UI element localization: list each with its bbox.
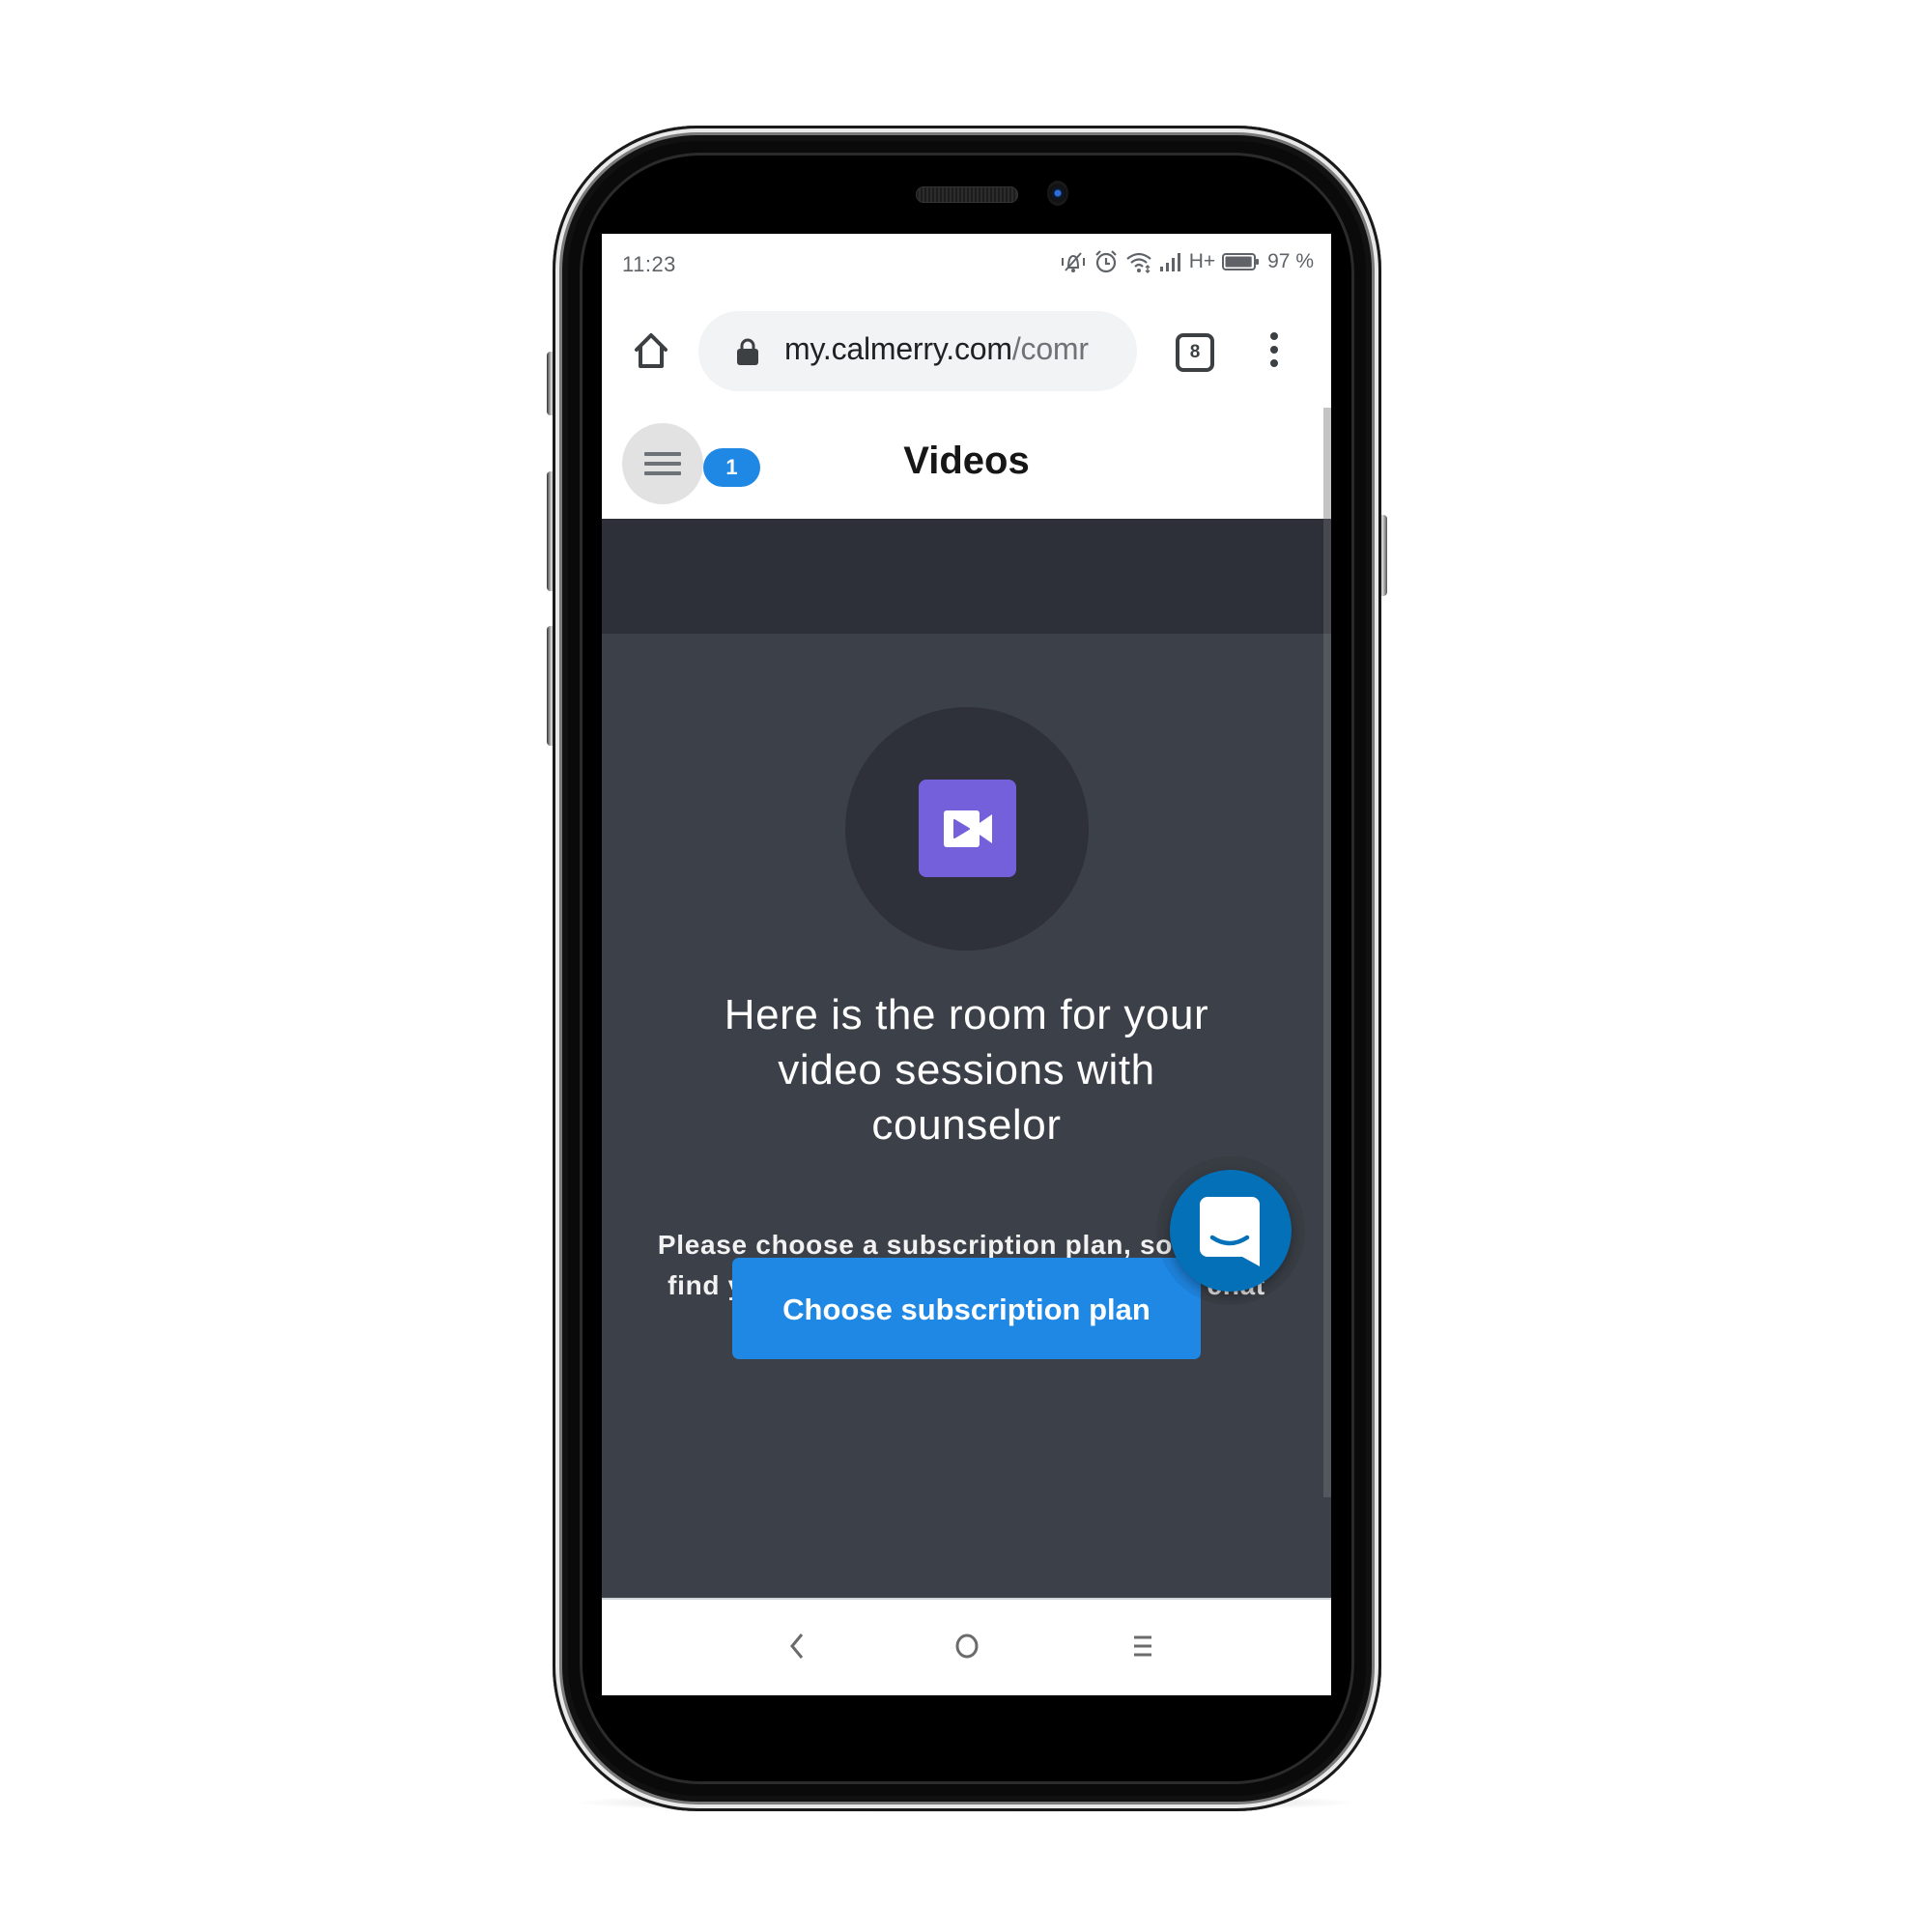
empty-state-headline: Here is the room for your video sessions… (640, 987, 1293, 1152)
vibrate-mute-icon (1061, 252, 1085, 272)
network-type: H+ (1188, 250, 1216, 272)
phone-screen: 11:23 H+ 97 % my.calmerry.com/comr 8 1 V… (602, 234, 1331, 1695)
home-circle-icon[interactable] (948, 1627, 986, 1665)
status-icons: H+ 97 % (1060, 249, 1314, 274)
back-icon[interactable] (779, 1627, 817, 1665)
scrollbar-thumb[interactable] (1323, 408, 1331, 519)
alarm-icon (1094, 250, 1117, 273)
headline-line: video sessions with (778, 1046, 1155, 1094)
headline-line: Here is the room for your (724, 991, 1209, 1038)
front-camera (1047, 181, 1068, 206)
battery-percent: 97 % (1267, 250, 1314, 272)
choose-subscription-plan-button[interactable]: Choose subscription plan (732, 1258, 1201, 1359)
recent-apps-icon[interactable] (1123, 1627, 1162, 1665)
more-options-icon[interactable] (1263, 332, 1286, 371)
signal-icon (1159, 253, 1180, 271)
address-bar[interactable]: my.calmerry.com/comr (698, 311, 1137, 391)
app-header: 1 Videos (602, 408, 1331, 519)
video-icon-circle (845, 707, 1089, 951)
chat-support-button[interactable] (1170, 1170, 1292, 1292)
status-time: 11:23 (622, 252, 676, 276)
headline-line: counselor (871, 1101, 1062, 1149)
video-tile (919, 780, 1016, 877)
battery-icon (1222, 253, 1260, 270)
chat-bubble-icon (1200, 1197, 1260, 1266)
url-text[interactable]: my.calmerry.com/comr (784, 331, 1089, 367)
url-path: /comr (1011, 331, 1089, 366)
video-header-band (602, 519, 1331, 634)
status-bar: 11:23 H+ 97 % (602, 234, 1331, 299)
page-title: Videos (903, 440, 1030, 482)
lock-icon (737, 338, 758, 365)
video-camera-icon (944, 810, 992, 847)
browser-toolbar: my.calmerry.com/comr 8 (602, 301, 1331, 409)
wifi-icon (1125, 252, 1151, 273)
tab-switcher-button[interactable]: 8 (1176, 333, 1214, 372)
android-navigation-bar (602, 1598, 1331, 1695)
page-scrollbar[interactable] (1323, 408, 1331, 1497)
home-icon[interactable] (631, 330, 671, 371)
url-host: my.calmerry.com (784, 331, 1012, 366)
earpiece-speaker (916, 186, 1018, 203)
videos-empty-state: Here is the room for your video sessions… (602, 634, 1331, 1598)
